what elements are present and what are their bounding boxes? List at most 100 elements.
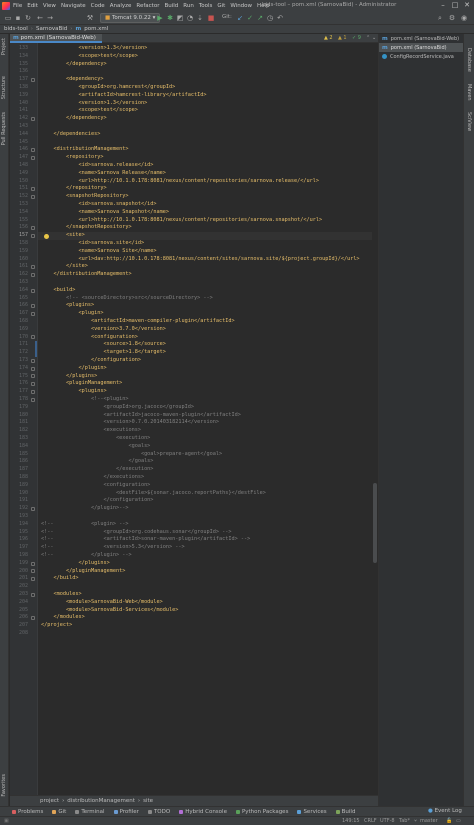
code-line[interactable]: </plugin>-->	[41, 505, 128, 513]
fold-marker-icon[interactable]	[31, 265, 35, 270]
tool-window-git[interactable]: Git	[52, 809, 66, 815]
menu-window[interactable]: Window	[230, 3, 252, 9]
attach-icon[interactable]: ⇣	[196, 14, 204, 22]
menu-navigate[interactable]: Navigate	[61, 3, 86, 9]
fold-marker-icon[interactable]	[31, 374, 35, 379]
menu-git[interactable]: Git	[217, 3, 225, 9]
code-line[interactable]: <pluginManagement>	[41, 380, 122, 388]
code-line[interactable]: <id>sarnova.release</id>	[41, 162, 153, 170]
code-line[interactable]: <!-- <groupId>org.codehaus.sonar</groupI…	[41, 529, 232, 537]
save-icon[interactable]: ▪	[14, 14, 22, 22]
code-line[interactable]: <version>1.3</version>	[41, 100, 147, 108]
code-line[interactable]: <executions>	[41, 427, 141, 435]
code-line[interactable]: <artifactId>maven-compiler-plugin</artif…	[41, 318, 235, 326]
code-line[interactable]: <plugins>	[41, 302, 94, 310]
tool-window-terminal[interactable]: Terminal	[75, 809, 105, 815]
fold-marker-icon[interactable]	[31, 397, 35, 402]
settings-icon[interactable]: ⚙	[448, 14, 456, 22]
indent-setting[interactable]: Tab*	[399, 818, 410, 824]
fold-marker-icon[interactable]	[31, 304, 35, 309]
code-line[interactable]: <name>Sarnova Release</name>	[41, 170, 165, 178]
tab-favorites[interactable]: Favorites	[1, 774, 7, 797]
open-folder-icon[interactable]: ▭	[4, 14, 12, 22]
code-line[interactable]: </modules>	[41, 614, 84, 622]
fold-marker-icon[interactable]	[31, 273, 35, 277]
code-line[interactable]: </snapshotRepository>	[41, 224, 132, 232]
code-line[interactable]: <module>SarnovaBid-Web</module>	[41, 599, 163, 607]
code-line[interactable]: <execution>	[41, 435, 150, 443]
editor-tab-pom[interactable]: m pom.xml (SarnovaBid-Web)	[10, 34, 102, 43]
open-file-item[interactable]: m pom.xml (SarnovaBid)	[379, 43, 463, 52]
code-line[interactable]: </site>	[41, 263, 88, 271]
code-line[interactable]: </distributionManagement>	[41, 271, 131, 279]
line-number-gutter[interactable]: 133 134 135 136 137 138 139 140 141 142 143 144 145 1…	[10, 43, 38, 795]
menu-view[interactable]: View	[43, 3, 56, 9]
code-line[interactable]: <!-- </plugin> -->	[41, 552, 132, 560]
fold-marker-icon[interactable]	[31, 507, 35, 511]
code-line[interactable]: <artifactId>hamcrest-library</artifactId…	[41, 92, 206, 100]
back-icon[interactable]: ←	[36, 14, 44, 22]
tab-project[interactable]: Project	[1, 38, 7, 55]
tab-maven[interactable]: Maven	[466, 84, 472, 101]
code-line[interactable]: <url>http://10.1.0.178:8081/nexus/conten…	[41, 178, 319, 186]
caret-position[interactable]: 149:15	[342, 818, 360, 824]
line-separator[interactable]: CRLF	[364, 818, 377, 824]
nav-project[interactable]: bids-tool	[4, 26, 28, 32]
tool-windows-toggle-icon[interactable]: ▣	[4, 818, 9, 824]
run-configuration-select[interactable]: ■ Tomcat 9.0.22 ▾	[100, 13, 161, 23]
git-push-icon[interactable]: ↗	[256, 14, 264, 22]
tool-window-python-packages[interactable]: Python Packages	[235, 809, 288, 815]
typos-count[interactable]: ✓ 9	[352, 35, 361, 42]
code-line[interactable]: <plugins>	[41, 388, 106, 396]
fold-marker-icon[interactable]	[31, 117, 35, 121]
code-line[interactable]: <!-- <artifactId>sonar-maven-plugin</art…	[41, 536, 250, 544]
chevron-down-icon[interactable]: ⌄	[372, 35, 376, 42]
code-line[interactable]: <url>http://10.1.0.178:8081/nexus/conten…	[41, 217, 322, 225]
menu-tools[interactable]: Tools	[199, 3, 213, 9]
tab-pull-requests[interactable]: Pull Requests	[1, 112, 7, 145]
code-line[interactable]: <url>dav:http://10.1.0.178:8081/nexus/co…	[41, 256, 359, 264]
code-line[interactable]: <destFile>${sonar.jacoco.reportPaths}</d…	[41, 490, 266, 498]
fold-marker-icon[interactable]	[31, 234, 35, 238]
git-history-icon[interactable]: ◷	[266, 14, 274, 22]
vcs-change-marker[interactable]	[35, 349, 37, 357]
minimize-icon[interactable]: –	[437, 1, 449, 10]
menu-edit[interactable]: Edit	[27, 3, 38, 9]
breadcrumb-project[interactable]: project	[40, 798, 59, 804]
forward-icon[interactable]: →	[46, 14, 54, 22]
warnings-count[interactable]: ▲ 2	[324, 35, 333, 42]
fold-marker-icon[interactable]	[31, 148, 35, 153]
tool-window-problems[interactable]: Problems	[12, 809, 43, 815]
tool-window-build[interactable]: Build	[335, 809, 355, 815]
event-log-button[interactable]: ● Event Log	[428, 808, 462, 814]
code-line[interactable]: </configuration>	[41, 357, 141, 365]
fold-marker-icon[interactable]	[31, 561, 35, 566]
fold-marker-icon[interactable]	[31, 78, 35, 82]
menu-build[interactable]: Build	[164, 3, 178, 9]
file-encoding[interactable]: UTF-8	[380, 818, 395, 824]
code-line[interactable]: </pluginManagement>	[41, 568, 125, 576]
code-line[interactable]: <modules>	[41, 591, 81, 599]
code-line[interactable]: </configuration>	[41, 497, 153, 505]
code-line[interactable]: <version>0.7.0.201403182114</version>	[41, 419, 219, 427]
git-update-icon[interactable]: ↙	[236, 14, 244, 22]
code-line[interactable]: <distributionManagement>	[41, 146, 128, 154]
run-icon[interactable]: ▶	[156, 14, 164, 22]
fold-marker-icon[interactable]	[31, 288, 35, 293]
tool-window-services[interactable]: Services	[297, 809, 327, 815]
fold-marker-icon[interactable]	[31, 358, 35, 363]
fold-marker-icon[interactable]	[31, 187, 35, 192]
code-line[interactable]: <configuration>	[41, 334, 138, 342]
code-line[interactable]: <version>3.7.0</version>	[41, 326, 166, 334]
open-file-item[interactable]: m pom.xml (SarnovaBid-Web)	[379, 34, 463, 43]
menu-file[interactable]: File	[13, 3, 22, 9]
nav-file[interactable]: pom.xml	[84, 26, 108, 32]
tab-database[interactable]: Database	[466, 48, 472, 72]
code-line[interactable]: </project>	[41, 622, 72, 630]
tab-sciview[interactable]: SciView	[466, 112, 472, 131]
code-line[interactable]: <source>1.8</source>	[41, 341, 165, 349]
code-line[interactable]: <scope>test</scope>	[41, 53, 137, 61]
git-branch[interactable]: master	[420, 818, 438, 824]
code-line[interactable]: </goals>	[41, 458, 153, 466]
memory-indicator-icon[interactable]: ▭	[456, 818, 461, 824]
